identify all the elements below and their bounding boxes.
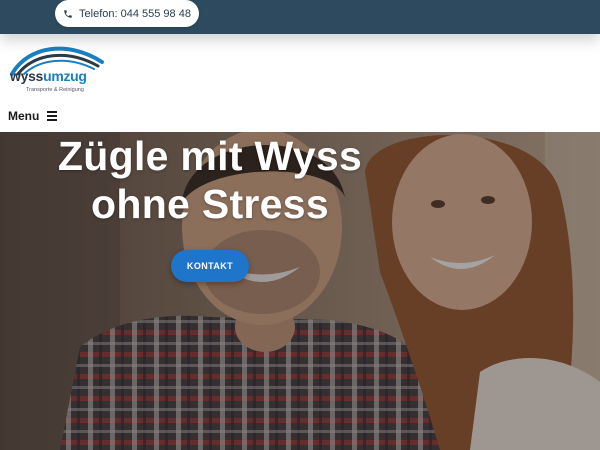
logo-wordmark: wyssumzug [10,68,87,84]
menu-toggle-button[interactable]: Menu [8,109,58,123]
top-contact-bar: Telefon: 044 555 98 48 [0,0,600,34]
hero-heading-line-1: Zügle mit Wyss [57,133,363,179]
phone-link[interactable]: Telefon: 044 555 98 48 [55,0,199,27]
menu-label: Menu [8,109,40,123]
logo-tagline: Transporte & Reinigung [26,87,84,93]
hero-banner: Zügle mit Wyss ohne Stress KONTAKT [0,132,600,450]
phone-icon [63,9,73,19]
site-header: wyssumzug Transporte & Reinigung Menu [0,34,600,132]
contact-button[interactable]: KONTAKT [171,250,249,282]
logo-word-1: wyss [10,68,44,84]
site-logo[interactable]: wyssumzug Transporte & Reinigung [8,40,108,98]
hero-heading: Zügle mit Wyss ohne Stress [0,132,420,228]
phone-text: Telefon: 044 555 98 48 [79,7,191,20]
logo-word-2: umzug [43,68,87,84]
hamburger-icon [47,109,58,123]
hero-heading-line-2: ohne Stress [91,181,329,227]
